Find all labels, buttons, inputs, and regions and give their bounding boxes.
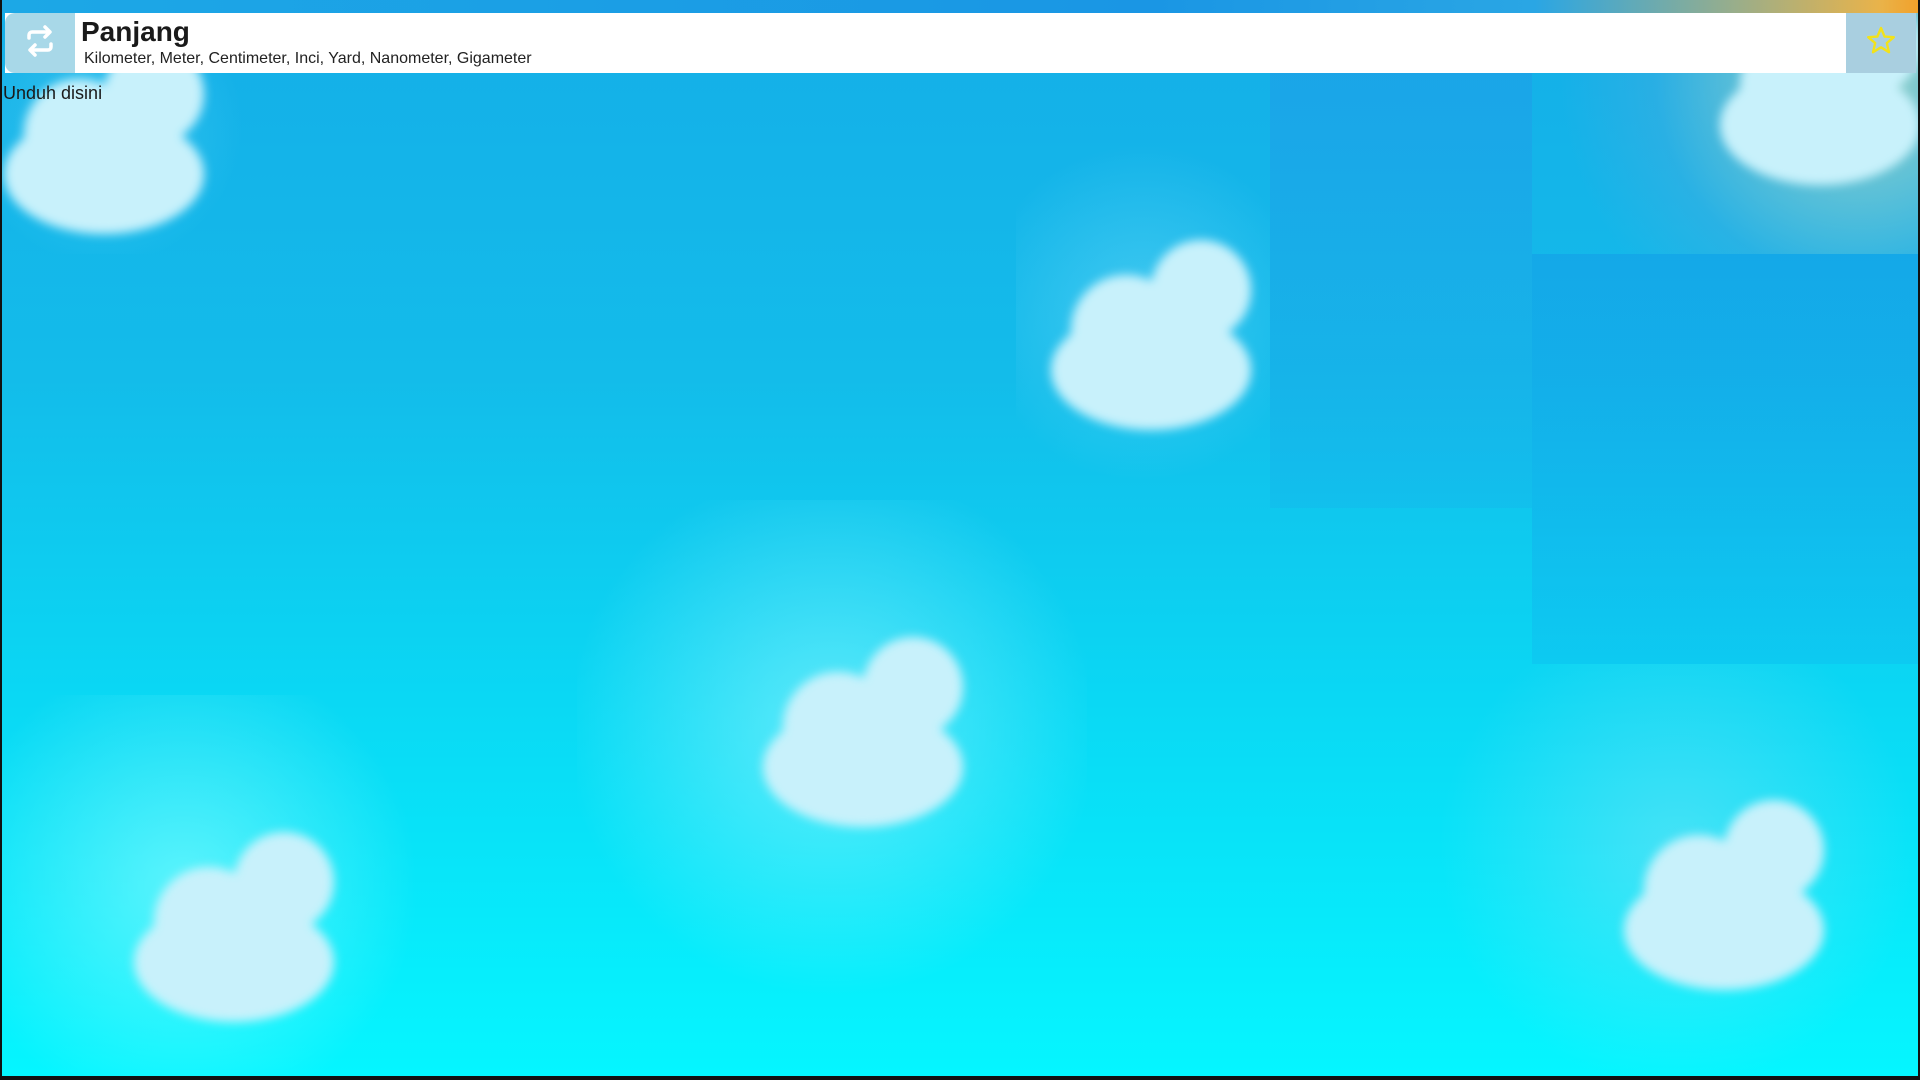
cloud	[134, 832, 354, 1022]
favorite-button[interactable]	[1846, 13, 1916, 73]
background-tile	[1016, 118, 1270, 508]
sky-background	[2, 0, 1918, 1076]
page-title: Panjang	[81, 16, 190, 47]
top-strip	[2, 0, 1918, 13]
background-tile	[1270, 0, 1532, 508]
refresh-icon	[23, 24, 57, 63]
background-tile	[1532, 254, 1918, 664]
header-bar: Panjang Kilometer, Meter, Centimeter, In…	[5, 13, 1916, 73]
cloud	[1624, 800, 1844, 990]
background-tile	[1437, 664, 1918, 1076]
cloud	[763, 637, 983, 827]
bottom-edge	[0, 1076, 1920, 1080]
app-window: Panjang Kilometer, Meter, Centimeter, In…	[0, 0, 1920, 1080]
download-link[interactable]: Unduh disini	[3, 83, 102, 104]
refresh-button[interactable]	[5, 13, 75, 73]
page-subtitle: Kilometer, Meter, Centimeter, Inci, Yard…	[84, 50, 532, 67]
background-tile	[2, 695, 457, 1076]
background-tile	[577, 500, 1087, 1010]
cloud	[1051, 240, 1271, 430]
star-icon	[1865, 25, 1897, 62]
